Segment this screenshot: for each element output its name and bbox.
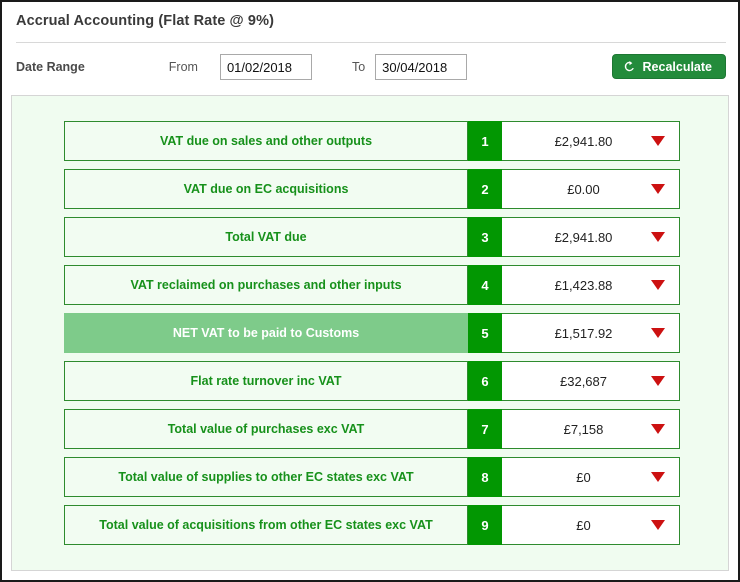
chevron-down-icon[interactable] (651, 184, 665, 194)
vat-row-label: Flat rate turnover inc VAT (64, 361, 468, 401)
vat-return-window: Accrual Accounting (Flat Rate @ 9%) Date… (0, 0, 740, 582)
page-title: Accrual Accounting (Flat Rate @ 9%) (16, 13, 275, 29)
vat-row-label: Total VAT due (64, 217, 468, 257)
vat-row-value-cell: £0 (502, 505, 680, 545)
vat-row-value: £0 (576, 517, 591, 533)
vat-row-number: 7 (468, 409, 502, 449)
vat-row-value: £2,941.80 (554, 229, 613, 245)
vat-row-value-cell: £1,423.88 (502, 265, 680, 305)
chevron-down-icon[interactable] (651, 232, 665, 242)
vat-row-value: £0 (576, 469, 591, 485)
vat-row-value: £2,941.80 (554, 133, 613, 149)
to-label: To (351, 60, 366, 74)
vat-row: VAT reclaimed on purchases and other inp… (64, 265, 680, 305)
from-label: From (168, 60, 198, 74)
vat-row: Total value of acquisitions from other E… (64, 505, 680, 545)
chevron-down-icon[interactable] (651, 376, 665, 386)
vat-row-label: Total value of supplies to other EC stat… (64, 457, 468, 497)
vat-row-label: Total value of purchases exc VAT (64, 409, 468, 449)
vat-row-value: £1,423.88 (554, 277, 613, 293)
recalculate-button[interactable]: Recalculate (611, 54, 726, 79)
vat-row: Flat rate turnover inc VAT 6 £32,687 (64, 361, 680, 401)
vat-row-value-cell: £1,517.92 (502, 313, 680, 353)
chevron-down-icon[interactable] (651, 328, 665, 338)
vat-row: NET VAT to be paid to Customs 5 £1,517.92 (64, 313, 680, 353)
vat-summary-panel: VAT due on sales and other outputs 1 £2,94… (11, 95, 729, 571)
vat-row: VAT due on sales and other outputs 1 £2,94… (64, 121, 680, 161)
vat-row-value: £32,687 (560, 373, 607, 389)
vat-row-value: £0.00 (567, 181, 600, 197)
refresh-icon (623, 60, 636, 73)
vat-row-value-cell: £7,158 (502, 409, 680, 449)
vat-row-number: 3 (468, 217, 502, 257)
vat-row: Total value of purchases exc VAT 7 £7,158 (64, 409, 680, 449)
vat-row-number: 8 (468, 457, 502, 497)
vat-row-value-cell: £0.00 (502, 169, 680, 209)
vat-row-label: Total value of acquisitions from other E… (64, 505, 468, 545)
vat-row-value-cell: £2,941.80 (502, 121, 680, 161)
vat-row-label: NET VAT to be paid to Customs (64, 313, 468, 353)
vat-row-number: 5 (468, 313, 502, 353)
chevron-down-icon[interactable] (651, 280, 665, 290)
vat-row-value-cell: £0 (502, 457, 680, 497)
recalculate-button-label: Recalculate (642, 59, 712, 74)
vat-row-label: VAT reclaimed on purchases and other inp… (64, 265, 468, 305)
vat-row-value-cell: £32,687 (502, 361, 680, 401)
date-to-input[interactable] (375, 54, 468, 80)
chevron-down-icon[interactable] (651, 520, 665, 530)
vat-row-value-cell: £2,941.80 (502, 217, 680, 257)
window-header: Accrual Accounting (Flat Rate @ 9%) (2, 2, 738, 42)
vat-row: Total value of supplies to other EC stat… (64, 457, 680, 497)
date-from-input[interactable] (219, 54, 312, 80)
vat-row-label: VAT due on sales and other outputs (64, 121, 468, 161)
vat-row-label: VAT due on EC acquisitions (64, 169, 468, 209)
vat-row-value: £1,517.92 (554, 325, 613, 341)
vat-row-number: 2 (468, 169, 502, 209)
vat-row-number: 9 (468, 505, 502, 545)
chevron-down-icon[interactable] (651, 136, 665, 146)
chevron-down-icon[interactable] (651, 472, 665, 482)
vat-row-number: 4 (468, 265, 502, 305)
vat-row: VAT due on EC acquisitions 2 £0.00 (64, 169, 680, 209)
vat-row-number: 1 (468, 121, 502, 161)
vat-row-value: £7,158 (563, 421, 604, 437)
date-range-filter-bar: Date Range From To Recalculate (2, 43, 738, 91)
chevron-down-icon[interactable] (651, 424, 665, 434)
vat-row: Total VAT due 3 £2,941.80 (64, 217, 680, 257)
date-range-label: Date Range (16, 60, 85, 74)
vat-rows-list: VAT due on sales and other outputs 1 £2,94… (64, 121, 680, 545)
vat-row-number: 6 (468, 361, 502, 401)
